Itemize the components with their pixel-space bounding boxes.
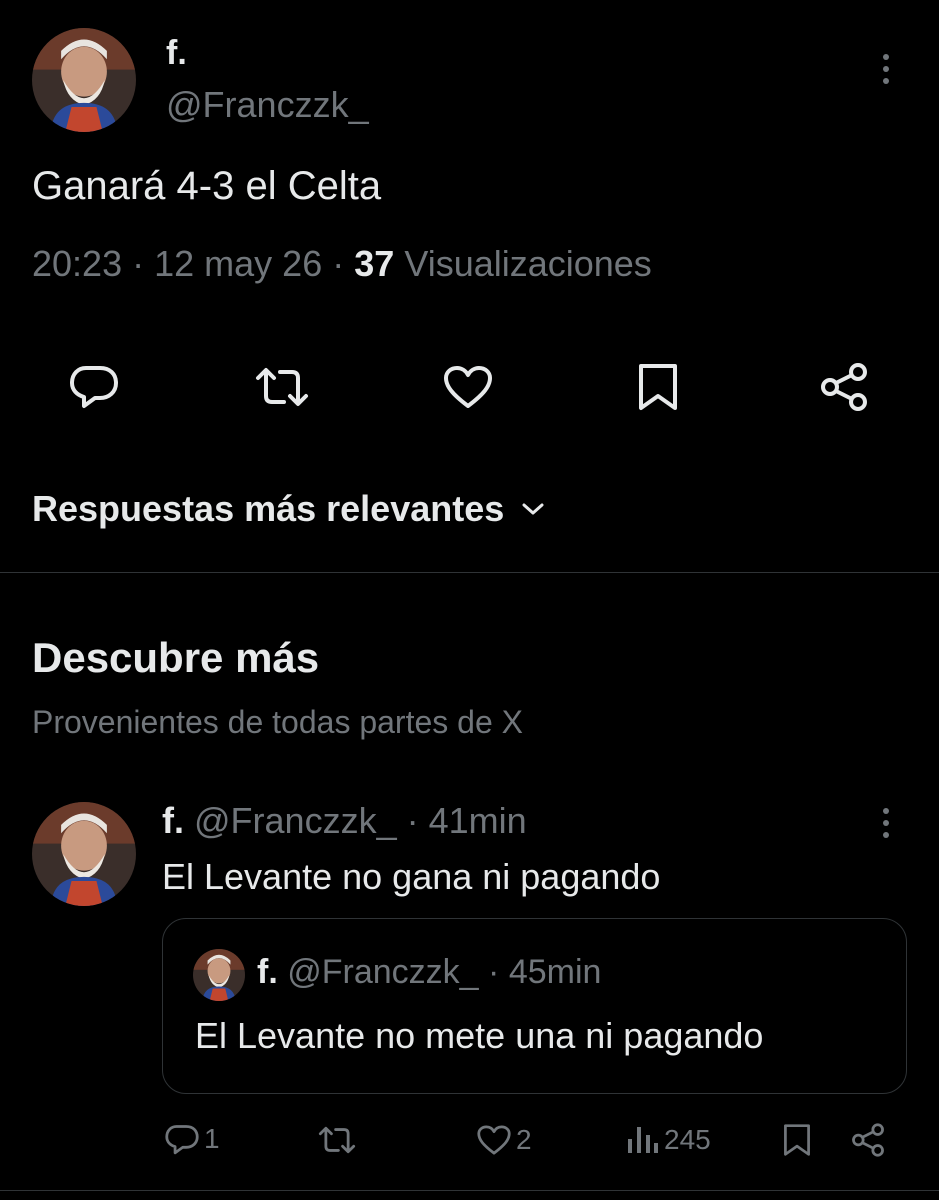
repost-icon [318, 1126, 356, 1154]
quoted-post-author-name: f. [257, 953, 278, 991]
views-label: Visualizaciones [404, 243, 652, 284]
author-name[interactable]: f. [166, 34, 187, 73]
related-post-age[interactable]: 41min [429, 800, 527, 841]
views-count: 37 [354, 243, 395, 284]
reply-count: 1 [204, 1123, 220, 1154]
meta-separator: · [406, 800, 419, 841]
discover-title: Descubre más [32, 634, 320, 681]
like-icon [477, 1125, 511, 1155]
chevron-down-icon [522, 503, 544, 515]
views-stat[interactable]: 245 [626, 1124, 711, 1156]
reply-icon [165, 1125, 199, 1155]
more-options-icon[interactable] [881, 54, 891, 84]
tweet-date[interactable]: 12 may 26 [154, 243, 322, 284]
share-icon[interactable] [818, 362, 870, 412]
like-icon[interactable] [442, 364, 494, 410]
reply-icon[interactable] [68, 362, 120, 410]
related-post-avatar[interactable] [32, 802, 136, 906]
avatar-image [32, 802, 136, 906]
meta-separator: · [488, 953, 500, 991]
share-icon [852, 1123, 884, 1157]
replies-sort-toggle[interactable]: Respuestas más relevantes [32, 488, 544, 530]
replies-sort-label: Respuestas más relevantes [32, 488, 505, 529]
quoted-post[interactable]: f. @Franczzk_ · 45min El Levante no mete… [162, 918, 907, 1094]
author-handle[interactable]: @Franczzk_ [166, 84, 369, 126]
related-post-header: f. @Franczzk_ · 41min [162, 800, 527, 842]
repost-stat[interactable] [316, 1124, 358, 1156]
meta-separator: · [332, 243, 345, 284]
bookmark-icon[interactable] [636, 362, 680, 412]
tweet-meta: 20:23 · 12 may 26 · 37 Visualizaciones [32, 243, 652, 285]
related-post-author-handle[interactable]: @Franczzk_ [194, 800, 397, 841]
tweet-text: Ganará 4-3 el Celta [32, 164, 382, 208]
quoted-post-age: 45min [508, 953, 602, 991]
bookmark-icon [784, 1124, 810, 1156]
quoted-post-avatar [193, 949, 245, 1001]
share-stat[interactable] [850, 1122, 886, 1158]
section-divider [0, 572, 939, 573]
repost-icon[interactable] [252, 364, 312, 410]
related-post-author-name[interactable]: f. [162, 800, 184, 841]
avatar-image [193, 949, 245, 1001]
like-stat[interactable]: 2 [476, 1124, 532, 1156]
quoted-post-header: f. @Franczzk_ · 45min [257, 953, 601, 992]
related-post-text: El Levante no gana ni pagando [162, 856, 661, 897]
quoted-post-author-handle: @Franczzk_ [287, 953, 479, 991]
like-count: 2 [516, 1124, 532, 1155]
views-count-stat: 245 [664, 1124, 711, 1155]
meta-separator: · [132, 243, 145, 284]
tweet-time[interactable]: 20:23 [32, 243, 122, 284]
author-avatar[interactable] [32, 28, 136, 132]
quoted-post-text: El Levante no mete una ni pagando [195, 1015, 764, 1056]
views-icon [628, 1127, 658, 1153]
related-post-more-icon[interactable] [881, 808, 891, 838]
bottom-divider [0, 1190, 939, 1191]
discover-subtitle: Provenientes de todas partes de X [32, 704, 523, 740]
reply-stat[interactable]: 1 [164, 1122, 220, 1156]
avatar-image [32, 28, 136, 132]
bookmark-stat[interactable] [782, 1122, 812, 1158]
